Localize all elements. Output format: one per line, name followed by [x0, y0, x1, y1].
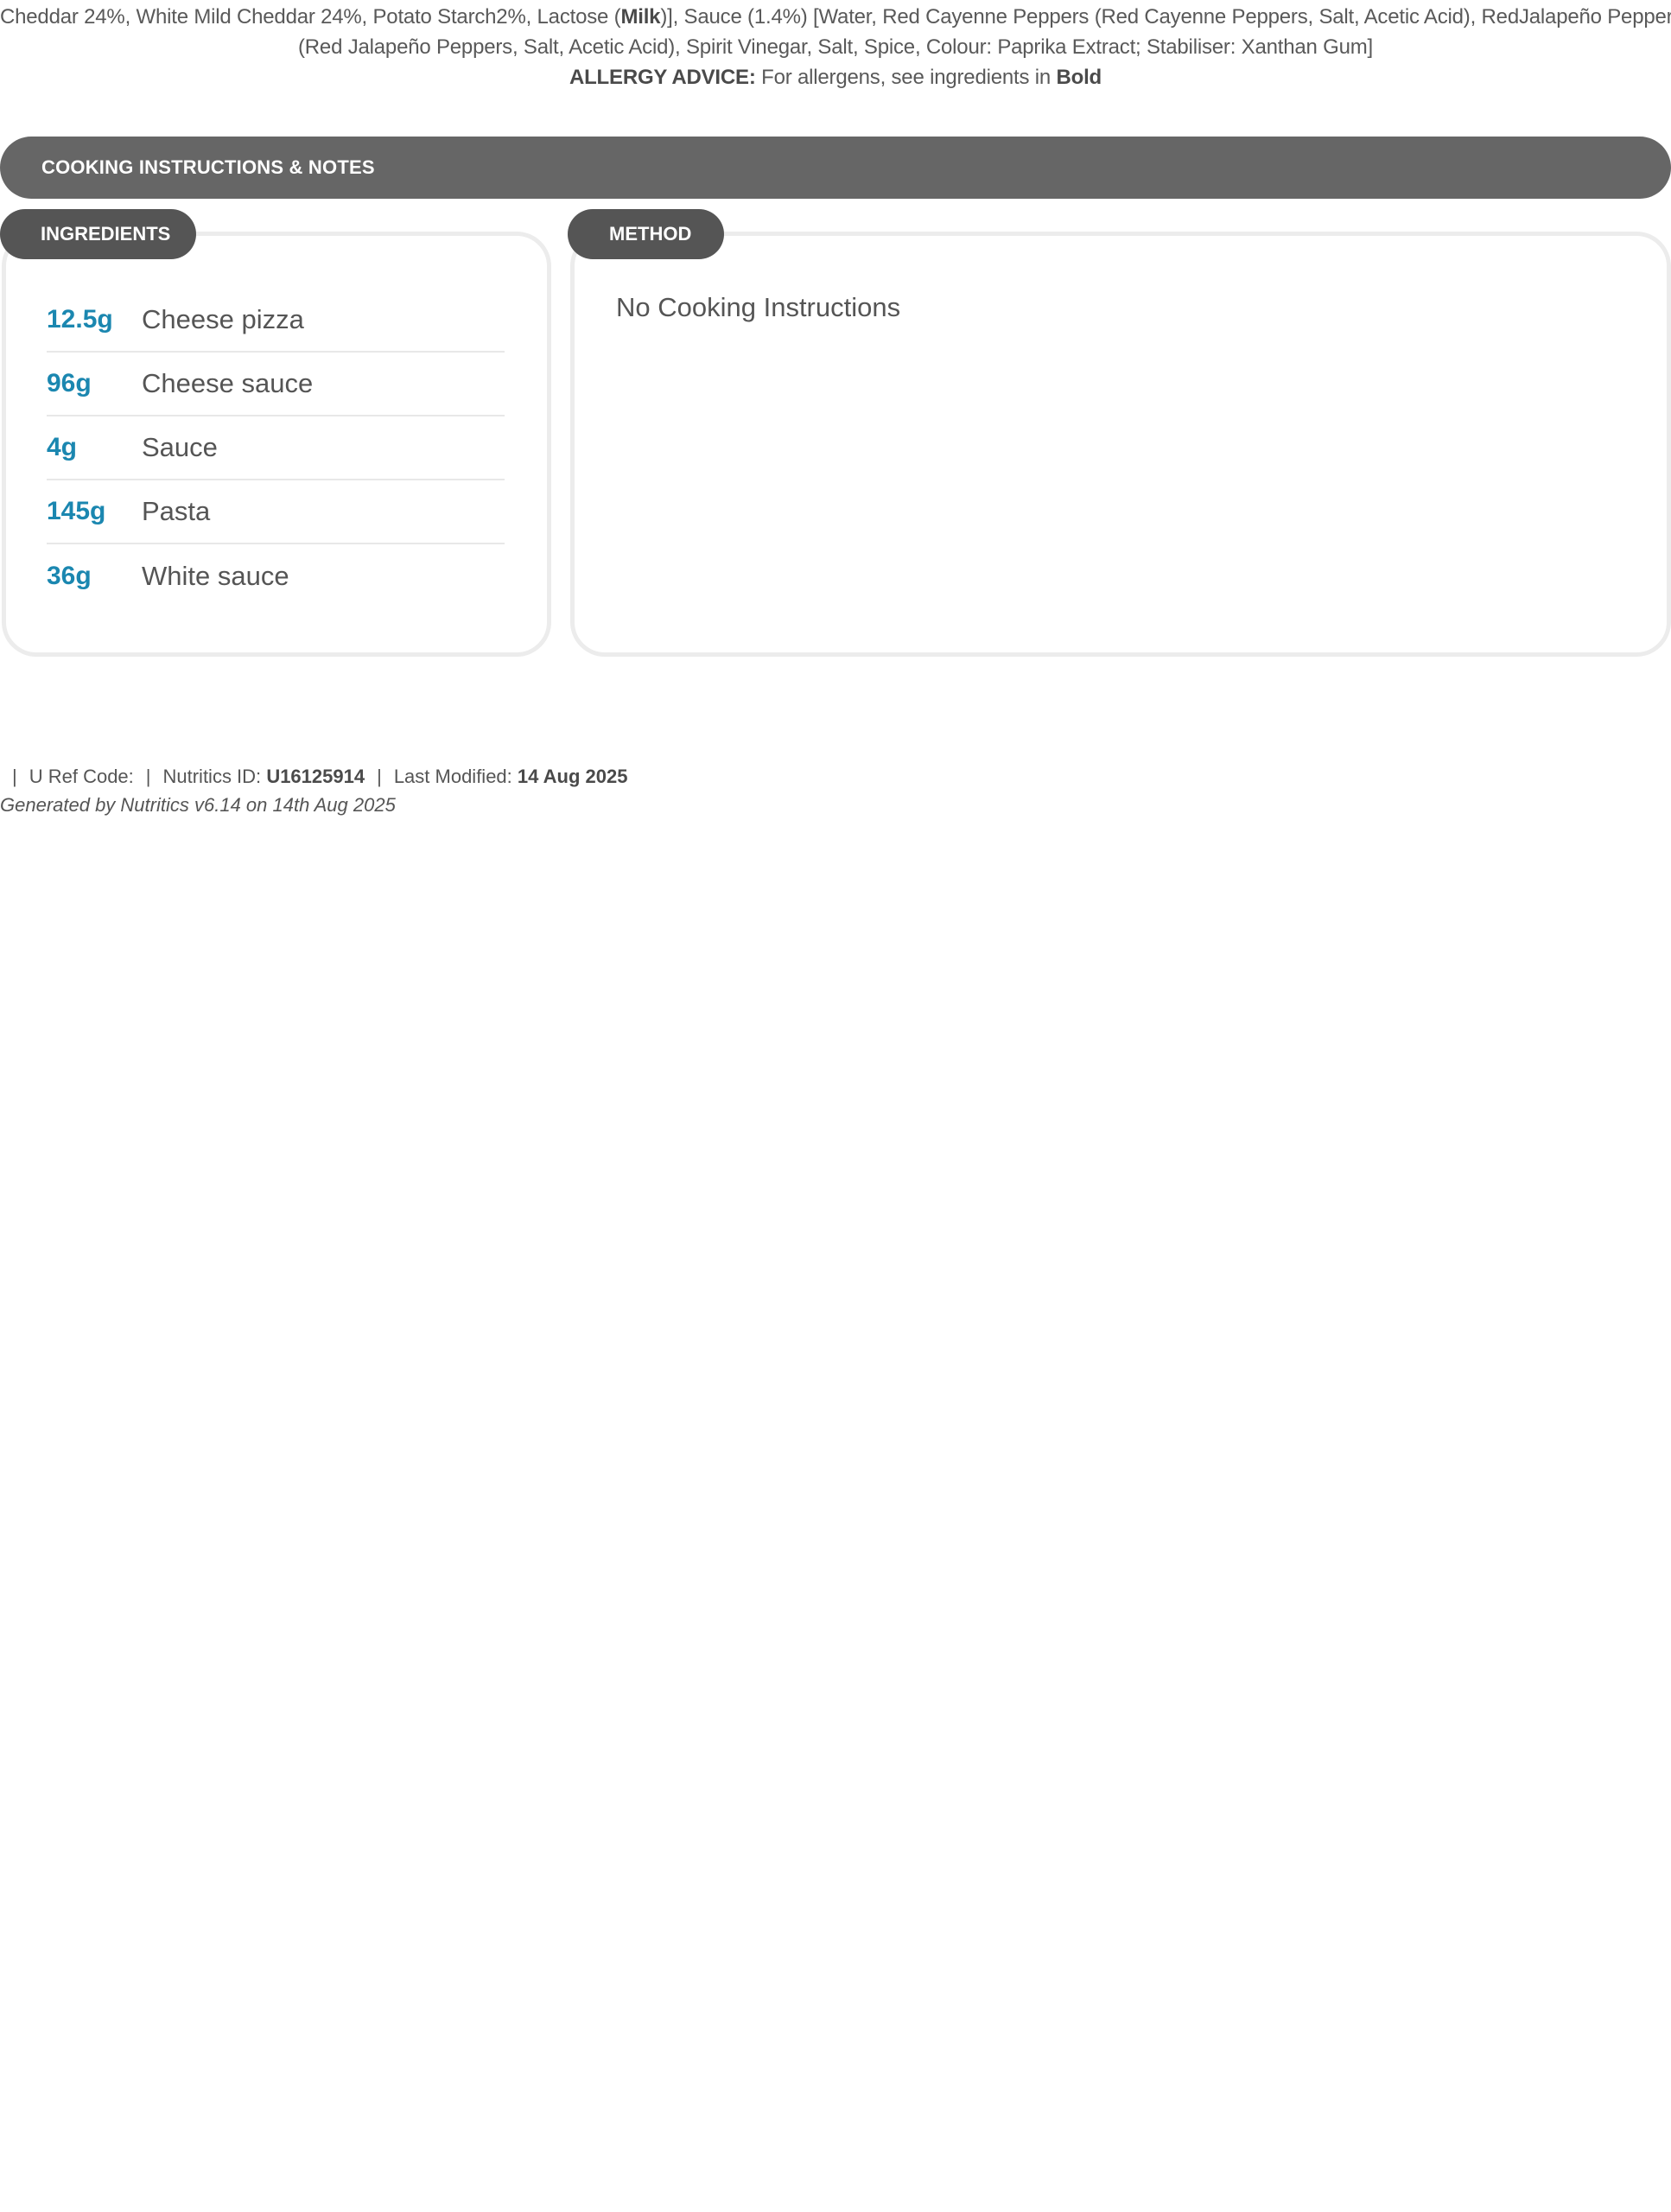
footer-separator: |	[12, 766, 17, 787]
footer-separator: |	[377, 766, 382, 787]
generated-by-note: Generated by Nutritics v6.14 on 14th Aug…	[0, 794, 396, 816]
ingredient-qty: 36g	[47, 562, 92, 590]
ingredient-row: 4g Sauce	[47, 416, 505, 480]
ingredients-line-1: Cheddar 24%, White Mild Cheddar 24%, Pot…	[0, 5, 1671, 29]
allergy-advice: ALLERGY ADVICE: For allergens, see ingre…	[569, 66, 1102, 89]
ingredient-row: 145g Pasta	[47, 480, 505, 544]
ingredients-declaration: Cheddar 24%, White Mild Cheddar 24%, Pot…	[0, 2, 1671, 92]
ingredients-line-2: (Red Jalapeño Peppers, Salt, Acetic Acid…	[298, 35, 1373, 59]
section-title: COOKING INSTRUCTIONS & NOTES	[41, 156, 375, 178]
ingredient-name: Cheese sauce	[142, 368, 314, 398]
nutritics-id: U16125914	[266, 766, 365, 787]
ingredient-list: 12.5g Cheese pizza 96g Cheese sauce 4g S…	[47, 289, 505, 608]
ingredient-name: Sauce	[142, 432, 218, 462]
cooking-instructions-header: COOKING INSTRUCTIONS & NOTES	[0, 137, 1671, 199]
ingredients-tab: INGREDIENTS	[0, 209, 196, 259]
method-tab: METHOD	[568, 209, 724, 259]
ingredient-name: Pasta	[142, 496, 211, 526]
ingredient-qty: 145g	[47, 497, 106, 525]
ingredient-qty: 12.5g	[47, 305, 113, 334]
allergen-bold: Milk	[620, 5, 661, 29]
recipe-page: Cheddar 24%, White Mild Cheddar 24%, Pot…	[0, 0, 1671, 2212]
nutritics-label: Nutritics ID:	[162, 766, 262, 787]
uref-label: U Ref Code:	[29, 766, 134, 787]
ingredient-qty: 4g	[47, 433, 78, 461]
modified-label: Last Modified:	[393, 766, 512, 787]
ingredient-row: 36g White sauce	[47, 544, 505, 608]
ingredient-row: 12.5g Cheese pizza	[47, 289, 505, 353]
modified-date: 14 Aug 2025	[517, 766, 628, 787]
ingredient-name: Cheese pizza	[142, 304, 304, 334]
ingredient-row: 96g Cheese sauce	[47, 353, 505, 416]
allergy-label: ALLERGY ADVICE:	[569, 66, 756, 89]
method-text: No Cooking Instructions	[616, 292, 901, 322]
ingredient-name: White sauce	[142, 561, 289, 591]
footer-meta: | U Ref Code: | Nutritics ID: U16125914 | Las…	[0, 766, 628, 788]
footer-separator: |	[145, 766, 151, 787]
ingredient-qty: 96g	[47, 369, 92, 397]
